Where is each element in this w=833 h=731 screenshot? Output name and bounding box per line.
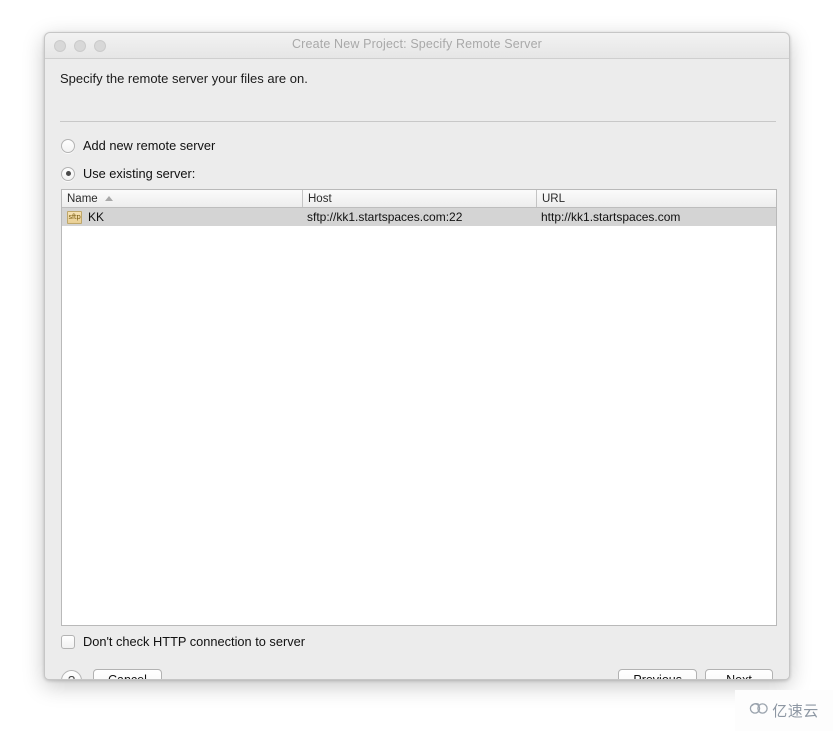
server-list[interactable]: Name Host URL sftp KK sftp://kk1.startsp… [61, 189, 777, 626]
radio-option-use-existing-server[interactable]: Use existing server: [61, 166, 195, 181]
dialog-title-bar[interactable]: Create New Project: Specify Remote Serve… [45, 33, 789, 59]
dialog-footer: ? Cancel Previous Next [45, 661, 789, 679]
sort-ascending-icon [104, 196, 113, 201]
watermark: 亿速云 [735, 690, 833, 731]
create-new-project-dialog: Create New Project: Specify Remote Serve… [44, 32, 790, 680]
cell-name-label: KK [88, 210, 105, 224]
header-divider [60, 121, 776, 122]
radio-label-use-existing-server: Use existing server: [83, 166, 196, 181]
dialog-title: Create New Project: Specify Remote Serve… [292, 37, 542, 51]
sftp-icon: sftp [67, 210, 82, 224]
server-list-header: Name Host URL [62, 190, 776, 208]
column-header-url-label: URL [542, 192, 566, 205]
next-button[interactable]: Next [705, 669, 773, 679]
column-header-host-label: Host [308, 192, 332, 205]
radio-button-use-existing-server[interactable] [61, 166, 75, 181]
radio-option-add-new-server[interactable]: Add new remote server [61, 138, 215, 153]
cancel-button[interactable]: Cancel [93, 669, 162, 679]
column-header-url[interactable]: URL [536, 190, 776, 207]
checkbox-option-skip-http-check[interactable]: Don't check HTTP connection to server [61, 634, 305, 649]
previous-button[interactable]: Previous [618, 669, 697, 679]
cell-name: sftp KK [62, 208, 302, 226]
help-button[interactable]: ? [61, 670, 82, 679]
cloud-icon [749, 701, 769, 720]
checkbox-label-skip-http-check: Don't check HTTP connection to server [83, 634, 305, 649]
cell-url: http://kk1.startspaces.com [541, 210, 681, 224]
radio-button-add-new-server[interactable] [61, 138, 75, 153]
watermark-text: 亿速云 [772, 702, 819, 720]
table-row[interactable]: sftp KK sftp://kk1.startspaces.com:22 ht… [62, 208, 776, 226]
instruction-text: Specify the remote server your files are… [60, 71, 308, 86]
radio-label-add-new-server: Add new remote server [83, 138, 216, 153]
column-header-host[interactable]: Host [302, 190, 536, 207]
column-header-name[interactable]: Name [62, 190, 302, 207]
dialog-body: Specify the remote server your files are… [45, 59, 789, 679]
cell-host: sftp://kk1.startspaces.com:22 [307, 210, 463, 224]
checkbox-skip-http-check[interactable] [61, 634, 75, 649]
column-header-name-label: Name [67, 192, 98, 205]
